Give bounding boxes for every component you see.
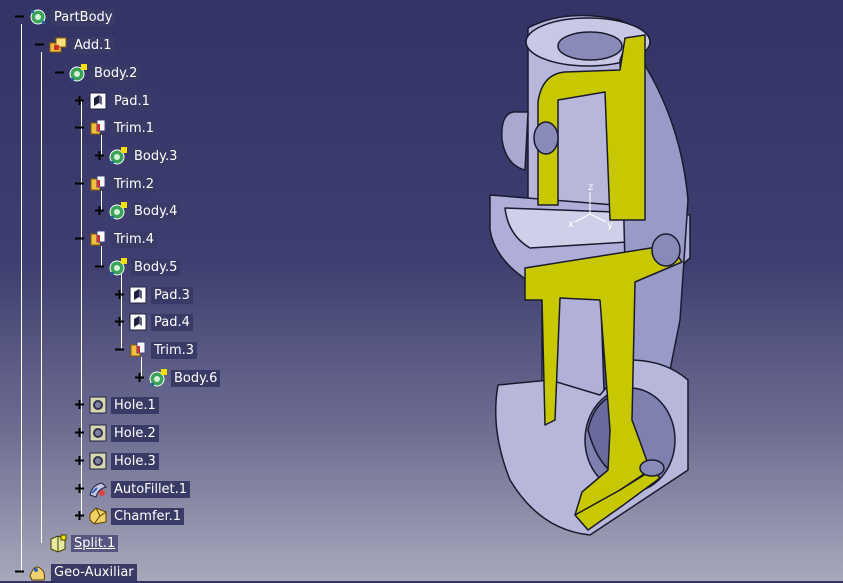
expand-toggle[interactable] — [75, 456, 84, 465]
chamfer-icon — [89, 507, 107, 525]
body-icon — [69, 64, 87, 82]
tree-node-pad-4[interactable]: Pad.4 — [115, 311, 193, 333]
collapse-toggle[interactable] — [15, 567, 24, 576]
collapse-toggle[interactable] — [75, 123, 84, 132]
3d-viewport[interactable]: z x y — [470, 0, 843, 581]
top-bore-hole — [557, 31, 623, 61]
expand-toggle[interactable] — [95, 206, 104, 215]
hole-icon — [89, 396, 107, 414]
tree-node-add-1[interactable]: Add.1 — [35, 34, 115, 56]
tree-node-label: Trim.3 — [151, 341, 198, 359]
body-icon — [109, 202, 127, 220]
axis-x-label: x — [568, 219, 574, 230]
tree-node-body-4[interactable]: Body.4 — [95, 200, 181, 222]
pad-icon — [129, 313, 147, 331]
tree-node-split-1[interactable]: Split.1 — [40, 532, 119, 554]
tree-line — [41, 52, 42, 543]
expand-toggle[interactable] — [75, 511, 84, 520]
tree-node-body-3[interactable]: Body.3 — [95, 145, 181, 167]
collapse-toggle[interactable] — [75, 179, 84, 188]
body-icon — [149, 369, 167, 387]
collapse-toggle[interactable] — [55, 68, 64, 77]
hole-icon — [89, 424, 107, 442]
tree-node-hole-3[interactable]: Hole.3 — [75, 450, 159, 472]
split-icon — [50, 534, 67, 553]
geometrical-set-icon — [29, 566, 45, 581]
axis-z-label: z — [588, 182, 593, 193]
boolean-trim-icon — [130, 341, 146, 357]
axis-y-label: y — [607, 220, 613, 231]
expand-toggle[interactable] — [135, 373, 144, 382]
tree-node-chamfer-1[interactable]: Chamfer.1 — [75, 505, 185, 527]
collapse-toggle[interactable] — [35, 40, 44, 49]
hole-icon — [89, 452, 107, 470]
left-lug-surface — [501, 111, 529, 171]
big-end-slot — [639, 459, 665, 477]
tree-node-hole-2[interactable]: Hole.2 — [75, 422, 159, 444]
autofillet-icon — [89, 482, 107, 498]
specification-tree: PartBody Add.1 Body.2 Pad.1 Trim.1 Body.… — [0, 0, 470, 581]
tree-node-label: Trim.1 — [111, 119, 158, 137]
expand-toggle[interactable] — [95, 151, 104, 160]
expand-toggle[interactable] — [115, 290, 124, 299]
tree-node-body-6[interactable]: Body.6 — [135, 367, 221, 389]
tree-node-label: Pad.3 — [151, 286, 193, 304]
lug-hole — [533, 121, 559, 155]
tree-node-label: Body.2 — [91, 64, 141, 82]
tree-node-label: Geo-Auxiliar — [51, 563, 137, 581]
expand-toggle[interactable] — [75, 428, 84, 437]
pad-icon — [129, 286, 147, 304]
pad-icon — [89, 92, 107, 110]
tree-node-label: Trim.2 — [111, 175, 158, 193]
partbody-icon — [30, 9, 46, 25]
tree-node-label: Chamfer.1 — [111, 507, 185, 525]
tree-node-label: Hole.2 — [111, 424, 159, 442]
boolean-trim-icon — [90, 119, 106, 135]
collapse-toggle[interactable] — [95, 262, 104, 271]
tree-node-body-2[interactable]: Body.2 — [55, 62, 141, 84]
collapse-toggle[interactable] — [15, 12, 24, 21]
tree-node-label: PartBody — [51, 8, 116, 26]
tree-node-body-5[interactable]: Body.5 — [95, 256, 181, 278]
tree-node-label: Pad.1 — [111, 92, 153, 110]
tree-node-label: Split.1 — [71, 534, 119, 552]
tree-node-trim-1[interactable]: Trim.1 — [75, 117, 158, 139]
boolean-trim-icon — [90, 175, 106, 191]
tree-node-hole-1[interactable]: Hole.1 — [75, 394, 159, 416]
collapse-toggle[interactable] — [75, 234, 84, 243]
boolean-trim-icon — [90, 230, 106, 246]
body-icon — [109, 147, 127, 165]
boolean-add-icon — [49, 37, 67, 53]
body-icon — [109, 258, 127, 276]
tree-node-label: Hole.1 — [111, 396, 159, 414]
tree-node-trim-4[interactable]: Trim.4 — [75, 228, 158, 250]
connecting-rod-model[interactable] — [489, 14, 691, 536]
hub-slot-right — [651, 233, 681, 267]
tree-node-partbody[interactable]: PartBody — [15, 6, 116, 28]
tree-node-pad-3[interactable]: Pad.3 — [115, 284, 193, 306]
tree-line — [21, 24, 22, 572]
tree-node-label: Pad.4 — [151, 313, 193, 331]
tree-node-label: Body.5 — [131, 258, 181, 276]
expand-toggle[interactable] — [75, 400, 84, 409]
tree-node-label: Hole.3 — [111, 452, 159, 470]
tree-node-autofillet-1[interactable]: AutoFillet.1 — [75, 478, 191, 500]
tree-node-label: Body.6 — [171, 369, 221, 387]
tree-node-geo-auxiliar[interactable]: Geo-Auxiliar — [15, 561, 137, 583]
tree-node-label: Body.4 — [131, 202, 181, 220]
tree-node-pad-1[interactable]: Pad.1 — [75, 90, 153, 112]
tree-node-label: AutoFillet.1 — [111, 480, 191, 498]
tree-node-label: Body.3 — [131, 147, 181, 165]
collapse-toggle[interactable] — [115, 345, 124, 354]
tree-node-label: Trim.4 — [111, 230, 158, 248]
expand-toggle[interactable] — [75, 484, 84, 493]
expand-toggle[interactable] — [75, 96, 84, 105]
tree-node-trim-3[interactable]: Trim.3 — [115, 339, 198, 361]
tree-node-trim-2[interactable]: Trim.2 — [75, 173, 158, 195]
tree-node-label: Add.1 — [71, 36, 115, 54]
expand-toggle[interactable] — [115, 317, 124, 326]
